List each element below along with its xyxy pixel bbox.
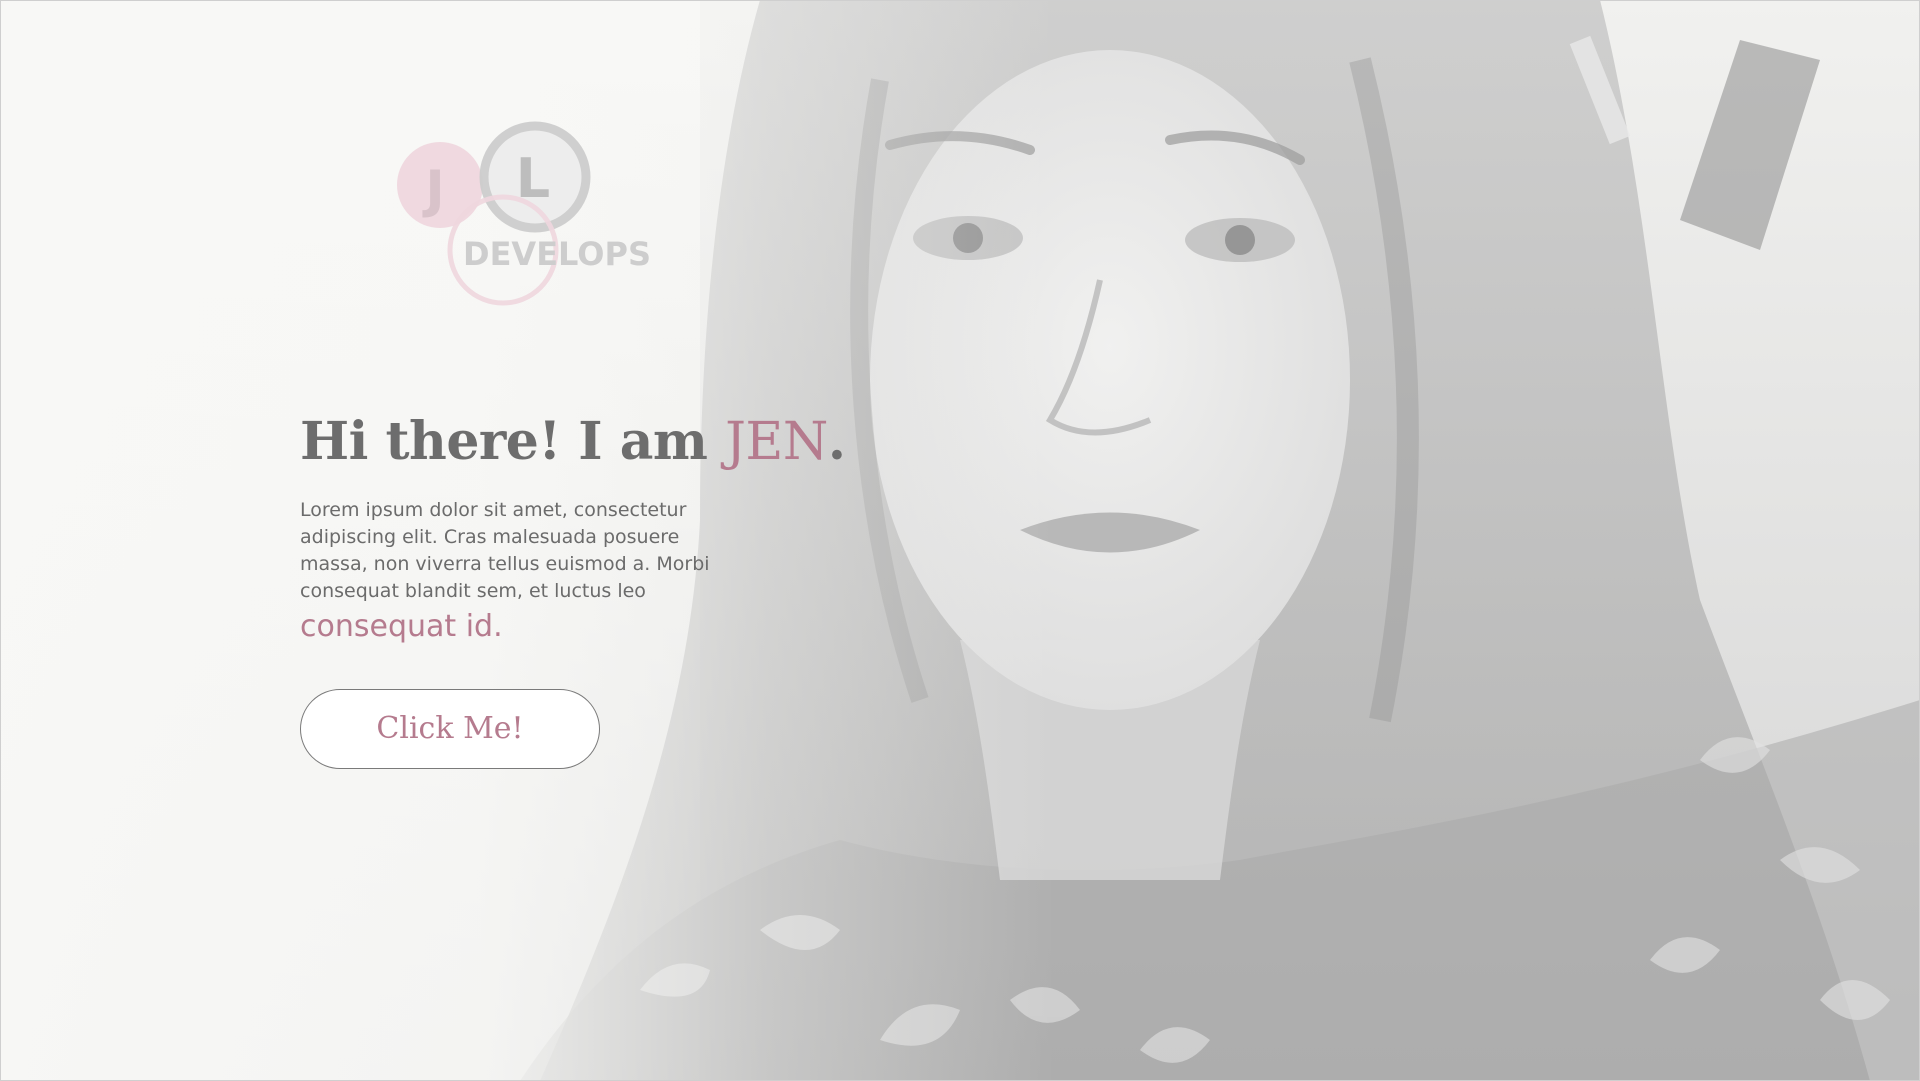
landing-page: J L DEVELOPS Hi there! I am JEN. Lorem i… (0, 0, 1920, 1081)
hero-content: Hi there! I am JEN. Lorem ipsum dolor si… (300, 405, 846, 769)
description-accent-line: consequat id. (300, 607, 503, 647)
logo-letter-j: J (422, 160, 444, 220)
heading-name: JEN (725, 412, 828, 472)
heading-suffix: . (827, 411, 846, 472)
description-accent-suffix: . (493, 609, 503, 644)
heading-prefix: Hi there! I am (300, 411, 726, 472)
click-me-button[interactable]: Click Me! (300, 689, 600, 769)
hero-heading: Hi there! I am JEN. (300, 405, 846, 479)
description-text: Lorem ipsum dolor sit amet, consectetur … (300, 499, 710, 602)
description-accent: consequat id (300, 609, 494, 644)
jl-develops-logo[interactable]: J L DEVELOPS (395, 115, 655, 315)
logo-wordmark: DEVELOPS (463, 235, 651, 273)
hero-fade-overlay (0, 0, 1920, 1081)
logo-letter-l: L (516, 147, 550, 210)
hero-description: Lorem ipsum dolor sit amet, consectetur … (300, 497, 740, 647)
